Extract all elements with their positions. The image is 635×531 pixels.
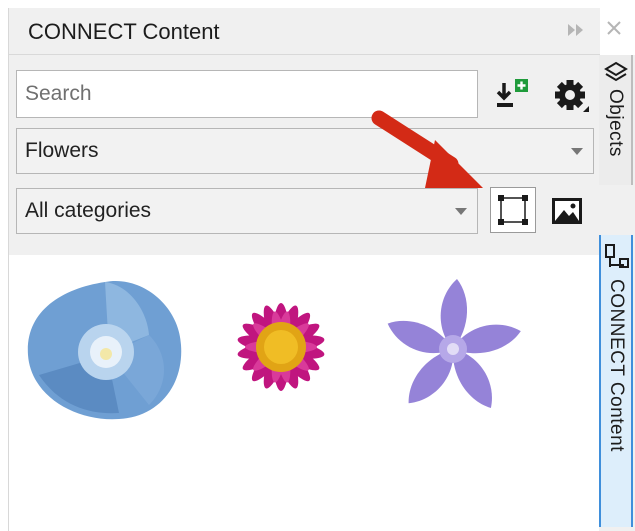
panel-title: CONNECT Content [28,19,220,44]
tab-connect-content-label: CONNECT Content [606,279,627,452]
caret-down-icon [571,147,583,155]
category-value: All categories [25,199,152,222]
panel-titlebar: CONNECT Content [9,8,621,55]
close-icon[interactable] [605,19,623,42]
thumbnail-blue-morning-glory[interactable] [27,280,182,420]
expand-panel-icon[interactable] [566,21,586,44]
collection-dropdown[interactable]: Flowers [16,128,594,174]
annotation-arrow [371,110,483,188]
search-placeholder: Search [25,82,92,105]
tab-objects-label: Objects [605,89,626,157]
tab-objects[interactable]: Objects [599,55,633,185]
bounding-box-icon[interactable] [490,187,536,233]
connect-content-icon [604,243,630,274]
thumbnail-magenta-aster[interactable] [236,303,326,392]
import-icon[interactable] [493,76,533,114]
objects-layers-icon [604,61,628,88]
settings-icon[interactable] [551,76,591,116]
content-results-area [9,255,600,531]
docker-tab-rail: Objects CONNECT Content [599,55,635,531]
image-icon[interactable] [547,191,587,231]
collection-value: Flowers [25,139,99,162]
tab-connect-content[interactable]: CONNECT Content [599,235,633,527]
connect-content-panel: CONNECT Content Search Flowers All categ… [8,8,621,531]
thumbnail-purple-periwinkle[interactable] [383,279,524,414]
caret-down-icon [455,207,467,215]
